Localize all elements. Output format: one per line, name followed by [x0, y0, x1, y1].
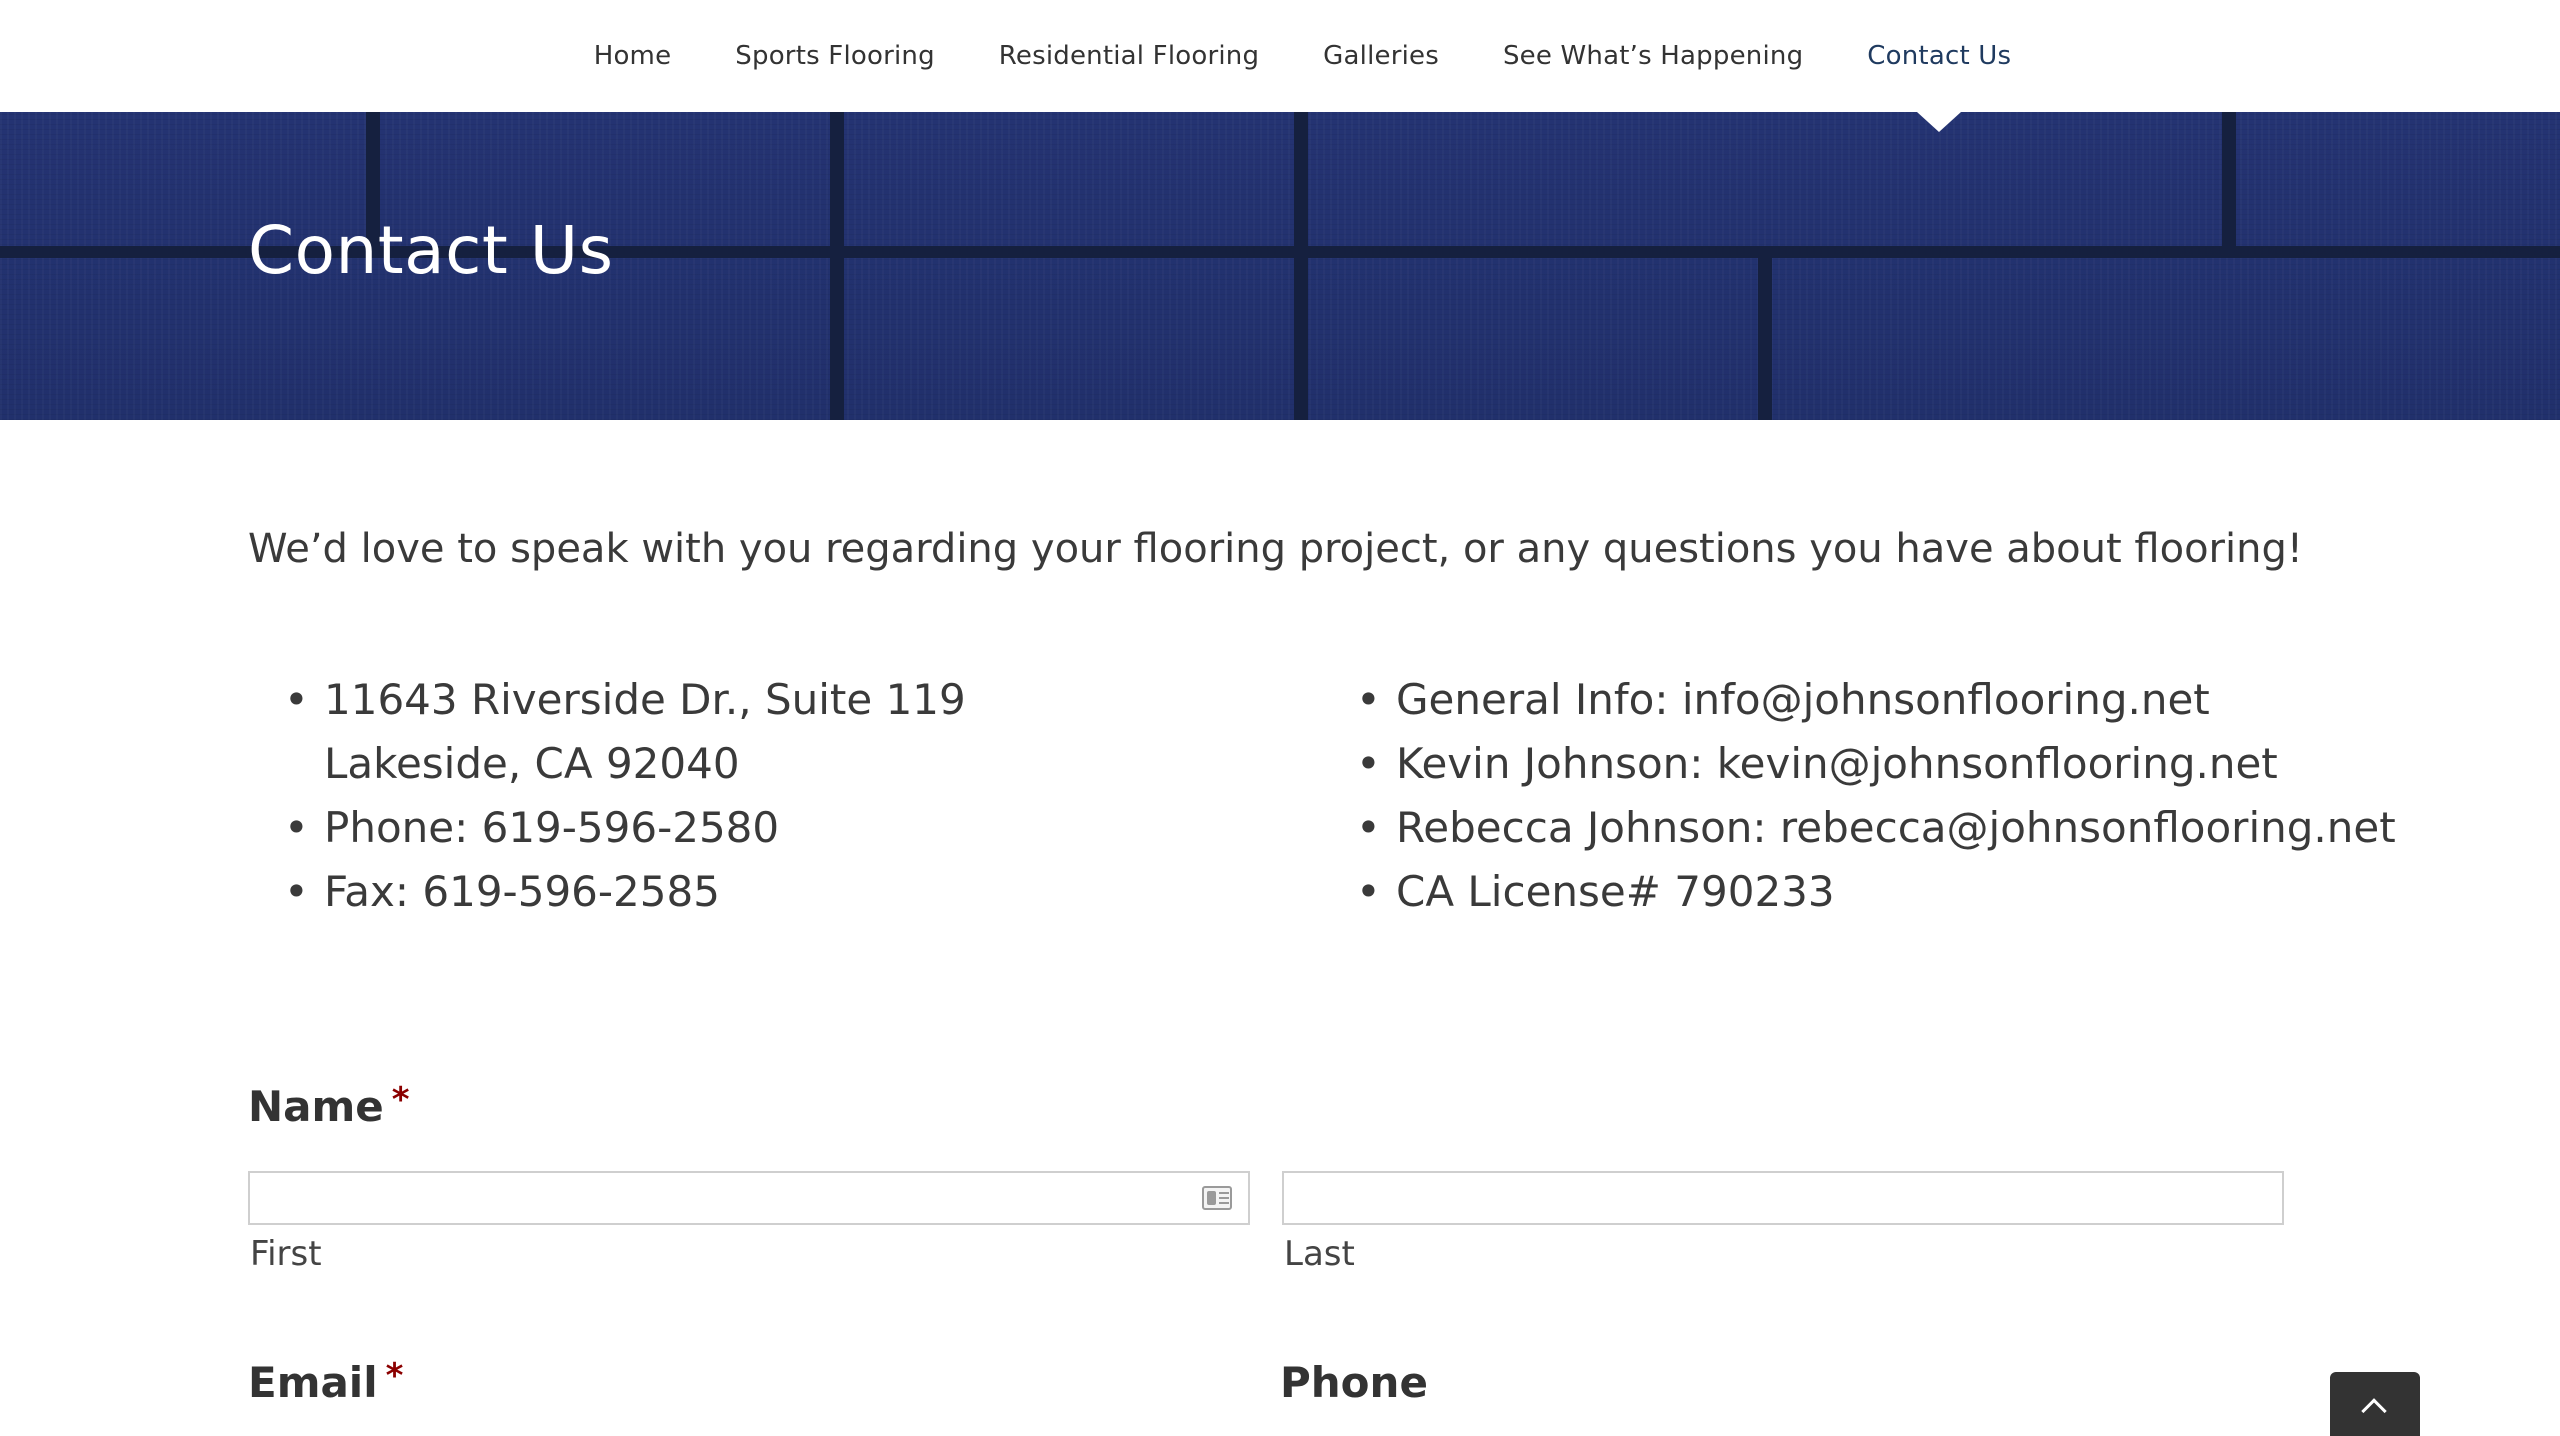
phone-text[interactable]: Phone: 619-596-2580 — [324, 803, 779, 852]
general-info-email[interactable]: General Info: info@johnsonflooring.net — [1396, 675, 2210, 724]
contact-info-right: • General Info: info@johnsonflooring.net… — [1352, 668, 2396, 924]
general-info-item: • General Info: info@johnsonflooring.net — [1352, 668, 2396, 732]
intro-text: We’d love to speak with you regarding yo… — [248, 526, 2303, 572]
last-sublabel: Last — [1284, 1234, 1355, 1274]
bullet: • — [1356, 739, 1381, 788]
main-nav: Home Sports Flooring Residential Floorin… — [0, 0, 2560, 132]
email-label-text: Email — [248, 1358, 378, 1407]
first-name-input[interactable] — [248, 1171, 1250, 1225]
rebecca-email[interactable]: Rebecca Johnson: rebecca@johnsonflooring… — [1396, 803, 2396, 852]
banner-seam — [1758, 252, 1772, 420]
nav-item-contact-us[interactable]: Contact Us — [1835, 0, 2043, 132]
kevin-item: • Kevin Johnson: kevin@johnsonflooring.n… — [1352, 732, 2396, 796]
nav-item-see-whats-happening[interactable]: See What’s Happening — [1471, 0, 1835, 112]
bullet: • — [1356, 867, 1381, 916]
last-name-input[interactable] — [1282, 1171, 2284, 1225]
address-item: • 11643 Riverside Dr., Suite 119 Lakesid… — [280, 668, 966, 796]
banner-seam — [830, 112, 844, 420]
bullet: • — [1356, 803, 1381, 852]
nav-item-galleries[interactable]: Galleries — [1291, 0, 1471, 112]
fax-text: Fax: 619-596-2585 — [324, 867, 720, 916]
name-label: Name * — [248, 1080, 410, 1131]
license-text: CA License# 790233 — [1396, 867, 1835, 916]
bullet: • — [284, 867, 309, 916]
contact-card-icon[interactable] — [1202, 1186, 1232, 1210]
nav-item-contact-us-label: Contact Us — [1867, 41, 2012, 71]
bullet: • — [284, 803, 309, 852]
license-item: • CA License# 790233 — [1352, 860, 2396, 924]
bullet: • — [284, 675, 309, 724]
banner-seam — [2222, 112, 2236, 252]
phone-label: Phone — [1280, 1358, 1428, 1407]
address-line-1: 11643 Riverside Dr., Suite 119 — [324, 675, 966, 724]
address-line-2: Lakeside, CA 92040 — [324, 739, 740, 788]
chevron-up-icon — [2361, 1398, 2387, 1424]
nav-item-sports-flooring[interactable]: Sports Flooring — [703, 0, 967, 112]
nav-list: Home Sports Flooring Residential Floorin… — [562, 0, 2044, 132]
active-nav-caret — [1917, 112, 1962, 132]
email-label: Email * — [248, 1356, 404, 1407]
nav-item-residential-flooring[interactable]: Residential Flooring — [967, 0, 1291, 112]
contact-info-left: • 11643 Riverside Dr., Suite 119 Lakesid… — [280, 668, 966, 924]
rebecca-item: • Rebecca Johnson: rebecca@johnsonfloori… — [1352, 796, 2396, 860]
banner-seam — [1294, 112, 1308, 420]
back-to-top-button[interactable] — [2330, 1372, 2420, 1436]
first-name-wrap — [248, 1171, 1250, 1225]
first-sublabel: First — [250, 1234, 322, 1274]
fax-item: • Fax: 619-596-2585 — [280, 860, 966, 924]
phone-item: • Phone: 619-596-2580 — [280, 796, 966, 860]
nav-item-home[interactable]: Home — [562, 0, 704, 112]
bullet: • — [1356, 675, 1381, 724]
site-header: Home Sports Flooring Residential Floorin… — [0, 0, 2560, 132]
page-banner: Contact Us — [0, 112, 2560, 420]
page-title: Contact Us — [248, 212, 614, 289]
name-label-text: Name — [248, 1082, 384, 1131]
kevin-email[interactable]: Kevin Johnson: kevin@johnsonflooring.net — [1396, 739, 2278, 788]
required-mark: * — [385, 1356, 404, 1396]
required-mark: * — [391, 1080, 410, 1120]
